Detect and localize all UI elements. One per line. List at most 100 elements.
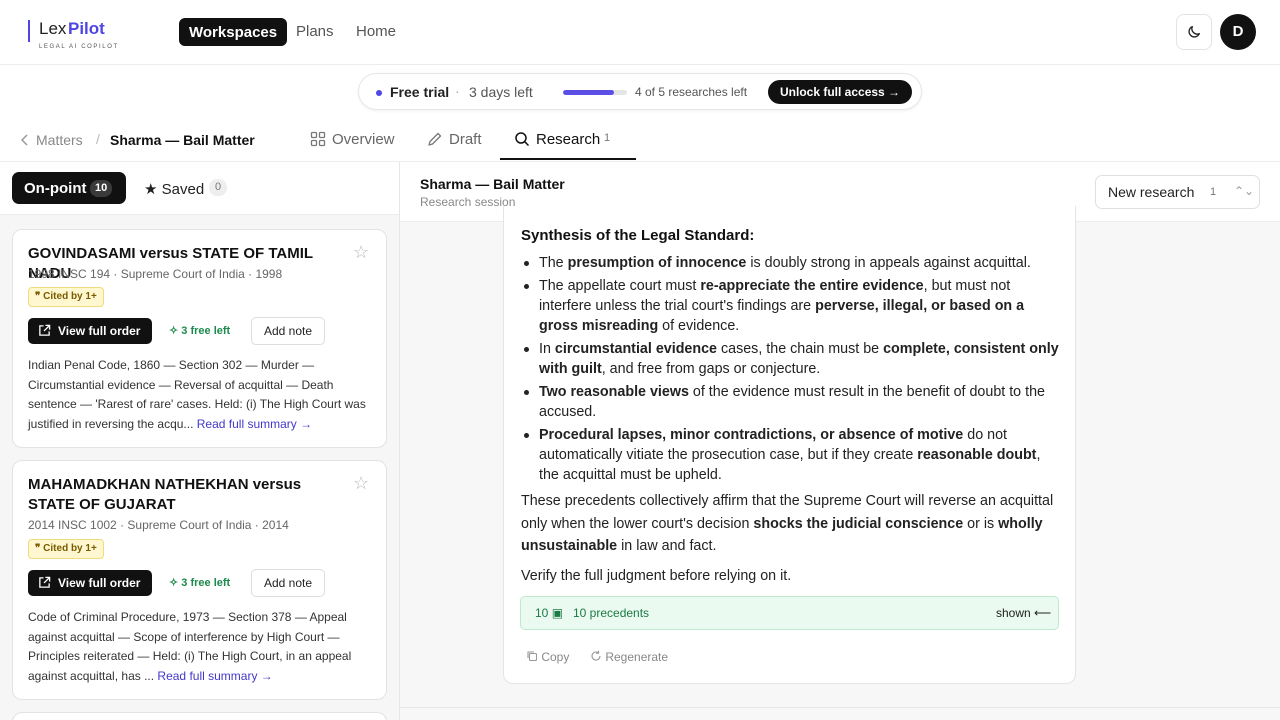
- logo-bar: [28, 20, 30, 42]
- add-note-button[interactable]: Add note: [251, 569, 325, 597]
- answer-bullet: The presumption of innocence is doubly s…: [521, 253, 1061, 273]
- trial-label: Free trial: [390, 84, 450, 100]
- precedent-card: MAHAMADKHAN NATHEKHAN versus STATE OF GU…: [12, 460, 387, 700]
- trial-dot: [376, 90, 382, 96]
- tab-draft-label: Draft: [449, 131, 482, 148]
- nav-plans[interactable]: Plans: [296, 23, 334, 40]
- precedent-meta: 1998 INSC 194 · Supreme Court of India ·…: [28, 267, 283, 281]
- logo-lex: Lex: [39, 19, 67, 38]
- tab-research[interactable]: Research: [514, 118, 634, 161]
- quote-icon: ❞: [35, 291, 44, 302]
- precedent-title[interactable]: MAHAMADKHAN NATHEKHAN versus STATE OF GU…: [28, 475, 348, 515]
- cited-badge: ❞ Cited by 1+: [28, 287, 104, 307]
- view-full-order-button[interactable]: View full order: [28, 318, 152, 344]
- regenerate-button[interactable]: Regenerate: [590, 650, 668, 664]
- refresh-icon: [591, 650, 601, 661]
- filter-on-point-button[interactable]: On-point 10: [12, 172, 126, 204]
- star-outline-icon[interactable]: ☆: [353, 473, 369, 494]
- view-full-order-label: View full order: [58, 576, 141, 590]
- precedent-summary: Indian Penal Code, 1860 — Section 302 — …: [28, 356, 376, 434]
- star-outline-icon[interactable]: ☆: [353, 242, 369, 263]
- free-left-badge: ✧ 3 free left: [169, 324, 230, 337]
- cited-badge-label: Cited by 1+: [43, 291, 97, 302]
- new-research-count: 1: [1210, 186, 1217, 198]
- trial-progress-bar: [563, 90, 627, 95]
- answer-heading: Synthesis of the Legal Standard:: [521, 227, 755, 244]
- precedents-shown-toggle[interactable]: shown ⟵: [996, 606, 1051, 620]
- answer-bullet: The appellate court must re-appreciate t…: [521, 276, 1061, 336]
- read-full-summary-link[interactable]: Read full summary →: [157, 669, 272, 683]
- chevron-left-icon[interactable]: [20, 131, 30, 149]
- user-avatar[interactable]: D: [1220, 14, 1256, 50]
- session-subtitle: Research session: [420, 195, 516, 209]
- search-icon: [515, 132, 530, 147]
- nav-workspaces[interactable]: Workspaces: [179, 18, 288, 46]
- free-left-badge: ✧ 3 free left: [169, 576, 230, 589]
- answer-bullet: Procedural lapses, minor contradictions,…: [521, 425, 1061, 485]
- bullet-text: The appellate court must: [539, 278, 701, 294]
- grid-icon: [310, 131, 326, 147]
- composer-divider: [400, 707, 1280, 708]
- add-note-button[interactable]: Add note: [251, 317, 325, 345]
- answer-bullet: In circumstantial evidence cases, the ch…: [521, 339, 1061, 379]
- breadcrumb-current: Sharma — Bail Matter: [110, 132, 255, 148]
- tab-overview[interactable]: Overview: [310, 118, 400, 161]
- cited-badge: ❞ Cited by 1+: [28, 539, 104, 559]
- free-left-label: 3 free left: [181, 325, 231, 337]
- bullet-bold: Two reasonable views: [539, 384, 689, 400]
- copy-label: Copy: [541, 650, 570, 664]
- answer-bullet: Two reasonable views of the evidence mus…: [521, 382, 1061, 422]
- conclusion-bold: shocks the judicial conscience: [753, 515, 964, 532]
- precedents-label: 10 precedents: [573, 606, 650, 620]
- trial-days-left: 3 days left: [469, 84, 533, 100]
- answer-bullets: The presumption of innocence is doubly s…: [521, 253, 1061, 485]
- free-left-label: 3 free left: [181, 577, 231, 589]
- answer-body: Synthesis of the Legal Standard: The pre…: [521, 226, 1061, 587]
- moon-icon: [1188, 26, 1200, 38]
- nav-home[interactable]: Home: [356, 23, 396, 40]
- bullet-text: , and free from gaps or conjecture.: [601, 361, 821, 377]
- view-full-order-button[interactable]: View full order: [28, 570, 152, 596]
- tab-draft[interactable]: Draft: [427, 118, 487, 161]
- filter-saved-count: 0: [209, 179, 228, 196]
- cited-badge-label: Cited by 1+: [43, 543, 97, 554]
- new-research-select[interactable]: New research 1 ⌃⌄: [1095, 175, 1260, 209]
- precedent-card-partial: [12, 712, 387, 720]
- top-nav: Lex Pilot LEGAL AI COPILOT Workspaces Pl…: [0, 0, 1280, 65]
- conclusion-text: in law and fact.: [617, 538, 717, 554]
- tab-overview-label: Overview: [332, 131, 395, 148]
- precedents-bar[interactable]: 10 ▣ 10 precedents shown ⟵: [520, 596, 1059, 630]
- external-link-icon: [39, 324, 51, 336]
- filter-on-point-label: On-point: [24, 179, 87, 197]
- copy-icon: [527, 651, 538, 662]
- answer-conclusion: These precedents collectively affirm tha…: [521, 490, 1061, 558]
- chevron-up-down-icon: ⌃⌄: [1234, 184, 1255, 198]
- star-icon: ★: [144, 181, 158, 198]
- bullet-bold: circumstantial evidence: [554, 341, 718, 357]
- quote-icon: ❞: [35, 543, 44, 554]
- session-title: Sharma — Bail Matter: [420, 176, 565, 192]
- theme-toggle-button[interactable]: [1176, 14, 1212, 50]
- logo[interactable]: Lex Pilot LEGAL AI COPILOT: [28, 18, 138, 52]
- breadcrumb-matters[interactable]: Matters: [36, 132, 83, 148]
- sparkle-icon: ✧: [169, 577, 182, 589]
- precedent-meta: 2014 INSC 1002 · Supreme Court of India …: [28, 518, 289, 532]
- filter-saved-label: Saved: [161, 181, 205, 198]
- precedents-count: 10 ▣: [535, 606, 563, 620]
- logo-tagline: LEGAL AI COPILOT: [39, 44, 119, 50]
- bullet-bold: presumption of innocence: [567, 255, 747, 271]
- read-full-summary-link[interactable]: Read full summary →: [197, 417, 312, 431]
- filter-bar: On-point 10 ★ Saved 0: [0, 162, 399, 215]
- bullet-text: of evidence.: [658, 318, 740, 334]
- unlock-full-access-button[interactable]: Unlock full access →: [768, 80, 913, 104]
- bullet-text: The: [539, 255, 568, 271]
- tab-research-label: Research: [536, 131, 601, 148]
- external-link-icon: [39, 576, 51, 588]
- filter-saved-button[interactable]: ★ Saved: [144, 180, 204, 198]
- precedent-card: GOVINDASAMI versus STATE OF TAMIL NADU ☆…: [12, 229, 387, 448]
- logo-pilot: Pilot: [68, 19, 105, 38]
- precedent-summary: Code of Criminal Procedure, 1973 — Secti…: [28, 608, 376, 686]
- view-full-order-label: View full order: [58, 324, 141, 338]
- copy-button[interactable]: Copy: [526, 650, 569, 664]
- filter-on-point-count: 10: [90, 180, 113, 197]
